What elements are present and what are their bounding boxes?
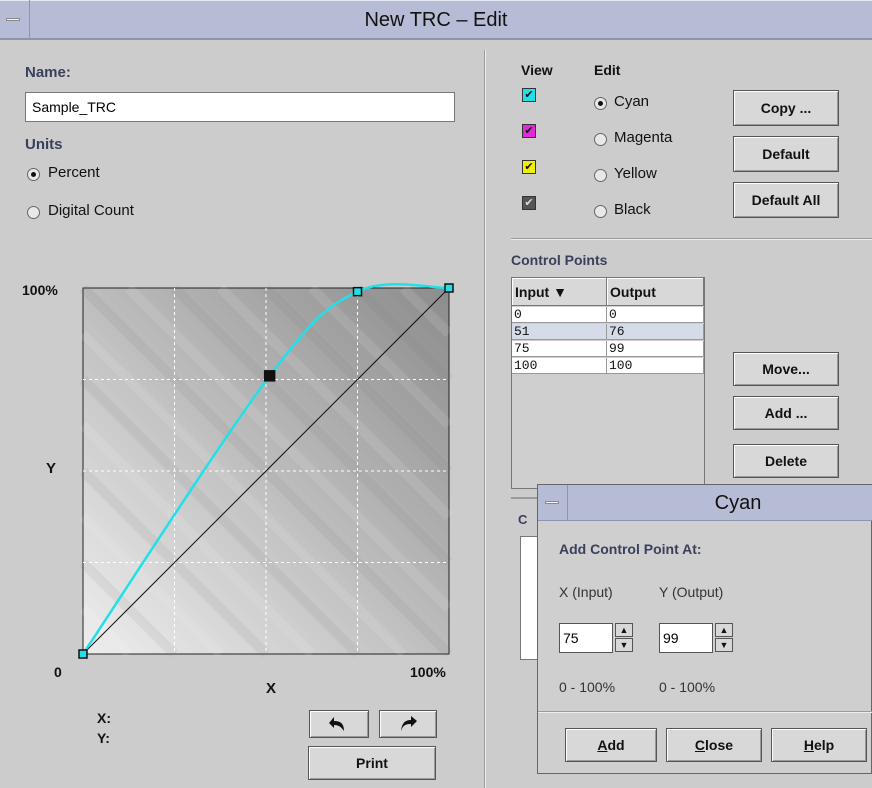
copy-button[interactable]: Copy ... bbox=[733, 90, 839, 126]
y-increment-button[interactable]: ▲ bbox=[715, 623, 733, 637]
dialog-title: Cyan bbox=[714, 492, 762, 514]
edit-magenta-radio[interactable] bbox=[594, 133, 607, 146]
y-axis-label: Y bbox=[46, 460, 57, 477]
cell-input: 75 bbox=[512, 341, 607, 357]
y-output-field[interactable] bbox=[659, 623, 713, 653]
view-yellow-checkbox[interactable]: ✔ bbox=[522, 160, 536, 174]
view-black-checkbox[interactable]: ✔ bbox=[522, 196, 536, 210]
control-point-marker[interactable] bbox=[352, 286, 363, 297]
control-point-marker[interactable] bbox=[444, 283, 454, 293]
dialog-menu-button[interactable] bbox=[538, 485, 568, 521]
view-magenta-checkbox[interactable]: ✔ bbox=[522, 124, 536, 138]
window-menu-button[interactable] bbox=[0, 0, 30, 40]
column-header-input[interactable]: Input ▼ bbox=[512, 278, 607, 306]
edit-black-label: Black bbox=[614, 201, 651, 218]
table-row[interactable]: 51 76 bbox=[512, 324, 704, 340]
cell-output: 99 bbox=[607, 341, 704, 357]
table-row[interactable]: 0 0 bbox=[512, 307, 704, 323]
y-readout-label: Y: bbox=[97, 730, 110, 746]
default-button[interactable]: Default bbox=[733, 136, 839, 172]
cell-output: 0 bbox=[607, 307, 704, 323]
undo-arrow-icon bbox=[329, 717, 344, 731]
name-label: Name: bbox=[25, 64, 71, 81]
origin-label: 0 bbox=[54, 664, 62, 680]
dialog-menu-icon bbox=[545, 501, 559, 504]
section-separator bbox=[511, 238, 872, 240]
control-point-marker[interactable] bbox=[78, 649, 88, 659]
cell-output: 100 bbox=[607, 358, 704, 374]
control-points-table[interactable]: Input ▼ Output 0 0 51 76 75 99 100 100 bbox=[511, 277, 705, 489]
view-cyan-checkbox[interactable]: ✔ bbox=[522, 88, 536, 102]
dialog-help-button[interactable]: Help bbox=[771, 728, 867, 762]
window-menu-icon bbox=[6, 18, 20, 21]
table-row[interactable]: 75 99 bbox=[512, 341, 704, 357]
control-points-label: Control Points bbox=[511, 252, 608, 268]
add-point-button[interactable]: Add ... bbox=[733, 396, 839, 430]
dialog-add-button[interactable]: Add bbox=[565, 728, 657, 762]
dialog-separator bbox=[538, 711, 872, 713]
view-label: View bbox=[521, 62, 553, 78]
cell-input: 100 bbox=[512, 358, 607, 374]
delete-button[interactable]: Delete bbox=[733, 444, 839, 478]
hidden-section-label: C bbox=[518, 512, 528, 527]
help-label-rest: elp bbox=[813, 737, 835, 753]
edit-cyan-label: Cyan bbox=[614, 93, 650, 110]
trc-graph[interactable] bbox=[60, 270, 480, 690]
units-digital-count-radio[interactable] bbox=[27, 206, 40, 219]
x-decrement-button[interactable]: ▼ bbox=[615, 638, 633, 652]
undo-button[interactable] bbox=[309, 710, 369, 738]
y-output-label: Y (Output) bbox=[659, 584, 724, 600]
cell-input: 0 bbox=[512, 307, 607, 323]
y-max-label: 100% bbox=[22, 282, 58, 298]
edit-label: Edit bbox=[594, 62, 621, 78]
dialog-close-button[interactable]: Close bbox=[666, 728, 762, 762]
redo-arrow-icon bbox=[401, 716, 417, 731]
x-increment-button[interactable]: ▲ bbox=[615, 623, 633, 637]
units-digital-count-label: Digital Count bbox=[48, 202, 134, 219]
dialog-heading: Add Control Point At: bbox=[559, 541, 702, 557]
print-button[interactable]: Print bbox=[308, 746, 436, 780]
add-control-point-dialog[interactable]: Cyan Add Control Point At: X (Input) Y (… bbox=[537, 484, 872, 774]
x-readout-label: X: bbox=[97, 710, 111, 726]
default-all-button[interactable]: Default All bbox=[733, 182, 839, 218]
close-label-rest: lose bbox=[705, 737, 734, 753]
column-header-output[interactable]: Output bbox=[607, 278, 704, 306]
edit-cyan-radio[interactable] bbox=[594, 97, 607, 110]
control-point-marker[interactable] bbox=[263, 370, 276, 382]
move-button[interactable]: Move... bbox=[733, 352, 839, 386]
x-input-field[interactable] bbox=[559, 623, 613, 653]
table-row[interactable]: 100 100 bbox=[512, 358, 704, 374]
edit-yellow-radio[interactable] bbox=[594, 169, 607, 182]
x-max-label: 100% bbox=[410, 664, 446, 680]
help-accelerator: H bbox=[803, 737, 814, 753]
panel-divider bbox=[484, 50, 486, 788]
x-range-label: 0 - 100% bbox=[559, 679, 616, 695]
x-input-label: X (Input) bbox=[559, 584, 613, 600]
add-label-rest: dd bbox=[607, 737, 625, 753]
units-label: Units bbox=[25, 136, 63, 153]
window-title: New TRC – Edit bbox=[364, 9, 508, 31]
units-percent-label: Percent bbox=[48, 164, 100, 181]
redo-button[interactable] bbox=[379, 710, 437, 738]
name-input[interactable] bbox=[25, 92, 455, 122]
y-decrement-button[interactable]: ▼ bbox=[715, 638, 733, 652]
edit-magenta-label: Magenta bbox=[614, 129, 673, 146]
edit-yellow-label: Yellow bbox=[614, 165, 657, 182]
cell-input: 51 bbox=[512, 324, 607, 340]
add-accelerator: A bbox=[597, 737, 608, 753]
edit-black-radio[interactable] bbox=[594, 205, 607, 218]
x-axis-label: X bbox=[266, 680, 277, 697]
units-percent-radio[interactable] bbox=[27, 168, 40, 181]
y-range-label: 0 - 100% bbox=[659, 679, 716, 695]
cell-output: 76 bbox=[607, 324, 704, 340]
close-accelerator: C bbox=[694, 737, 706, 753]
